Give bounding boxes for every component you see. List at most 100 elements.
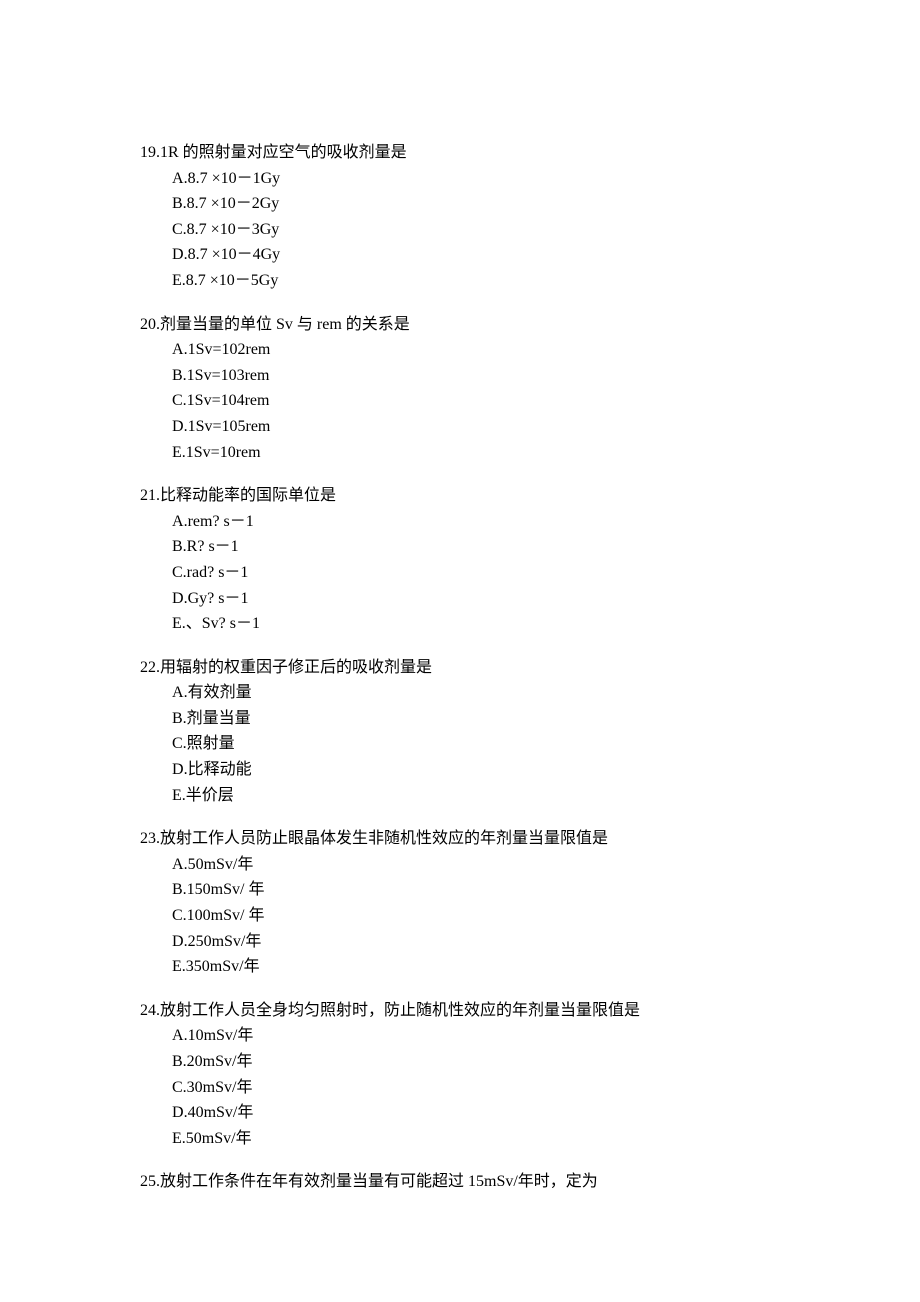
option-label: A [172, 684, 184, 701]
option-item: B.剂量当量 [172, 706, 800, 732]
option-label: C [172, 221, 183, 238]
options-list: A.50mSv/年B.150mSv/ 年C.100mSv/ 年D.250mSv/… [140, 852, 800, 980]
question-block: 21.比释动能率的国际单位是A.rem? s－1B.R? s－1C.rad? s… [140, 483, 800, 637]
question-stem: 20.剂量当量的单位 Sv 与 rem 的关系是 [140, 312, 800, 338]
option-label: A [172, 513, 184, 530]
option-text: 20mSv/年 [187, 1053, 253, 1070]
option-text: 1Sv=105rem [188, 418, 271, 435]
option-label: A [172, 1027, 184, 1044]
question-number: 25 [140, 1173, 156, 1190]
option-label: C [172, 1079, 183, 1096]
option-text: 1Sv=10rem [186, 444, 261, 461]
question-stem: 24.放射工作人员全身均匀照射时，防止随机性效应的年剂量当量限值是 [140, 998, 800, 1024]
option-item: B.20mSv/年 [172, 1049, 800, 1075]
option-item: A.rem? s－1 [172, 509, 800, 535]
option-text: 8.7 ×10－2Gy [187, 195, 280, 212]
option-text: 50mSv/年 [186, 1130, 252, 1147]
option-text: 100mSv/ 年 [187, 907, 265, 924]
question-number: 24 [140, 1002, 156, 1019]
option-item: E.8.7 ×10－5Gy [172, 268, 800, 294]
option-label: B [172, 710, 183, 727]
option-item: A.8.7 ×10－1Gy [172, 166, 800, 192]
option-item: B.1Sv=103rem [172, 363, 800, 389]
option-label: E [172, 1130, 182, 1147]
option-text: 半价层 [186, 787, 234, 804]
option-text: 比释动能 [188, 761, 252, 778]
options-list: A.8.7 ×10－1GyB.8.7 ×10－2GyC.8.7 ×10－3GyD… [140, 166, 800, 294]
option-item: D.比释动能 [172, 757, 800, 783]
question-stem-text: 放射工作条件在年有效剂量当量有可能超过 15mSv/年时，定为 [160, 1173, 598, 1190]
option-item: C.30mSv/年 [172, 1075, 800, 1101]
option-label: B [172, 195, 183, 212]
option-item: E.半价层 [172, 783, 800, 809]
question-block: 24.放射工作人员全身均匀照射时，防止随机性效应的年剂量当量限值是A.10mSv… [140, 998, 800, 1152]
option-item: D.1Sv=105rem [172, 414, 800, 440]
question-number: 22 [140, 659, 156, 676]
option-text: 350mSv/年 [186, 958, 260, 975]
option-text: rem? s－1 [188, 513, 254, 530]
option-text: 1Sv=103rem [187, 367, 270, 384]
option-label: D [172, 418, 184, 435]
option-text: 1Sv=102rem [188, 341, 271, 358]
option-text: 50mSv/年 [188, 856, 254, 873]
option-item: C.照射量 [172, 731, 800, 757]
option-item: E.1Sv=10rem [172, 440, 800, 466]
question-stem-text: 用辐射的权重因子修正后的吸收剂量是 [160, 659, 432, 676]
option-label: B [172, 367, 183, 384]
option-label: A [172, 341, 184, 358]
option-text: 剂量当量 [187, 710, 251, 727]
options-list: A.rem? s－1B.R? s－1C.rad? s－1D.Gy? s－1E.、… [140, 509, 800, 637]
option-label: E [172, 444, 182, 461]
option-text: 1Sv=104rem [187, 392, 270, 409]
option-label: D [172, 933, 184, 950]
option-text: 、Sv? s－1 [186, 615, 260, 632]
option-item: A.50mSv/年 [172, 852, 800, 878]
option-text: 150mSv/ 年 [187, 881, 265, 898]
option-text: 10mSv/年 [188, 1027, 254, 1044]
option-item: A.有效剂量 [172, 680, 800, 706]
option-label: D [172, 246, 184, 263]
option-text: 照射量 [187, 735, 235, 752]
option-item: C.100mSv/ 年 [172, 903, 800, 929]
option-label: B [172, 881, 183, 898]
option-item: B.150mSv/ 年 [172, 877, 800, 903]
option-label: D [172, 590, 184, 607]
option-item: A.1Sv=102rem [172, 337, 800, 363]
option-item: B.8.7 ×10－2Gy [172, 191, 800, 217]
question-stem: 23.放射工作人员防止眼晶体发生非随机性效应的年剂量当量限值是 [140, 826, 800, 852]
option-item: D.Gy? s－1 [172, 586, 800, 612]
option-item: E.50mSv/年 [172, 1126, 800, 1152]
option-text: 8.7 ×10－4Gy [188, 246, 281, 263]
question-stem: 21.比释动能率的国际单位是 [140, 483, 800, 509]
question-number: 20 [140, 316, 156, 333]
option-item: E.350mSv/年 [172, 954, 800, 980]
option-text: 8.7 ×10－5Gy [186, 272, 279, 289]
question-stem: 22.用辐射的权重因子修正后的吸收剂量是 [140, 655, 800, 681]
question-stem-text: 1R 的照射量对应空气的吸收剂量是 [160, 144, 407, 161]
question-stem-text: 放射工作人员全身均匀照射时，防止随机性效应的年剂量当量限值是 [160, 1002, 640, 1019]
option-text: 有效剂量 [188, 684, 252, 701]
document-page: 19.1R 的照射量对应空气的吸收剂量是A.8.7 ×10－1GyB.8.7 ×… [0, 0, 920, 1273]
question-number: 19 [140, 144, 156, 161]
question-block: 25.放射工作条件在年有效剂量当量有可能超过 15mSv/年时，定为 [140, 1169, 800, 1195]
option-label: B [172, 538, 183, 555]
option-text: 8.7 ×10－1Gy [188, 170, 281, 187]
options-list: A.有效剂量B.剂量当量C.照射量D.比释动能E.半价层 [140, 680, 800, 808]
option-label: A [172, 856, 184, 873]
question-block: 20.剂量当量的单位 Sv 与 rem 的关系是A.1Sv=102remB.1S… [140, 312, 800, 466]
option-item: C.1Sv=104rem [172, 388, 800, 414]
question-stem: 19.1R 的照射量对应空气的吸收剂量是 [140, 140, 800, 166]
option-label: C [172, 564, 183, 581]
option-text: 30mSv/年 [187, 1079, 253, 1096]
options-list: A.1Sv=102remB.1Sv=103remC.1Sv=104remD.1S… [140, 337, 800, 465]
option-label: D [172, 1104, 184, 1121]
question-stem-text: 比释动能率的国际单位是 [160, 487, 336, 504]
questions-list: 19.1R 的照射量对应空气的吸收剂量是A.8.7 ×10－1GyB.8.7 ×… [140, 140, 800, 1195]
option-label: D [172, 761, 184, 778]
option-text: R? s－1 [187, 538, 239, 555]
question-stem: 25.放射工作条件在年有效剂量当量有可能超过 15mSv/年时，定为 [140, 1169, 800, 1195]
option-label: C [172, 392, 183, 409]
option-label: E [172, 787, 182, 804]
option-label: C [172, 735, 183, 752]
option-label: E [172, 958, 182, 975]
